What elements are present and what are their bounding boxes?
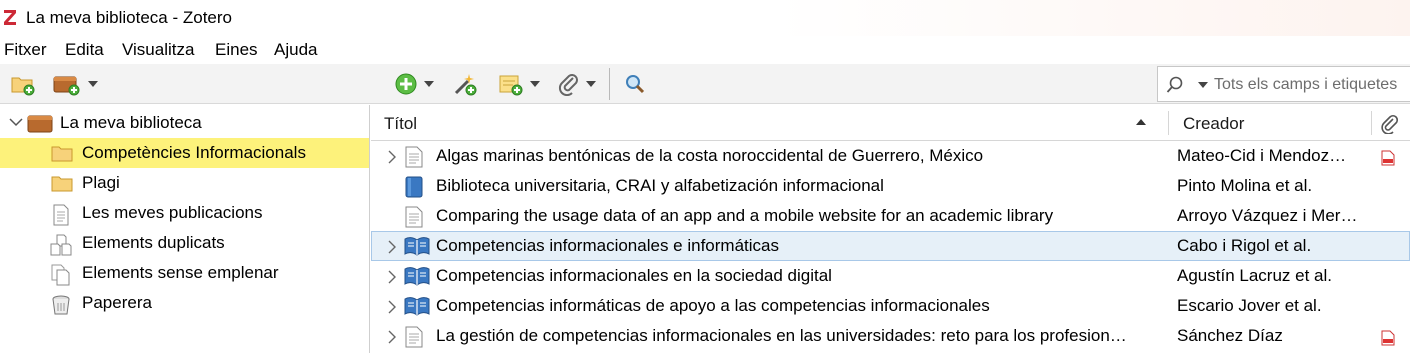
- item-title: Comparing the usage data of an app and a…: [436, 206, 1054, 225]
- search-icon: [1166, 76, 1183, 93]
- add-by-identifier-icon: [454, 74, 477, 96]
- collection-label: Elements sense emplenar: [82, 263, 279, 282]
- collection-competencies[interactable]: Competències Informacionals: [0, 138, 369, 168]
- advanced-search-icon: [626, 75, 645, 94]
- duplicate-items-icon: [50, 234, 72, 256]
- add-attachment-button[interactable]: [558, 70, 596, 98]
- search-box: [1157, 66, 1410, 102]
- new-library-icon: [53, 76, 80, 96]
- collections-pane: La meva biblioteca Competències Informac…: [0, 105, 370, 353]
- item-title: Competencias informacionales e informáti…: [436, 236, 779, 255]
- item-creator: Sánchez Díaz: [1177, 326, 1283, 345]
- chevron-down-icon: [530, 81, 540, 87]
- menu-tools[interactable]: Eines: [215, 40, 258, 60]
- collection-duplicates[interactable]: Elements duplicats: [0, 228, 369, 258]
- new-note-button[interactable]: [498, 70, 540, 98]
- chevron-down-icon[interactable]: [9, 117, 23, 127]
- window-title: La meva biblioteca - Zotero: [26, 8, 232, 27]
- collection-label: Plagi: [82, 173, 120, 192]
- journal-article-icon: [405, 146, 423, 168]
- zotero-z-icon: [4, 10, 16, 25]
- toolbar-separator: [609, 68, 610, 100]
- new-note-icon: [499, 75, 523, 96]
- folder-icon: [51, 176, 73, 192]
- collection-my-publications[interactable]: Les meves publicacions: [0, 198, 369, 228]
- items-pane: Títol Creador Algas marinas bentónicas d…: [371, 105, 1410, 353]
- title-bar: La meva biblioteca - Zotero: [0, 0, 1410, 36]
- item-title: Biblioteca universitaria, CRAI y alfabet…: [436, 176, 884, 195]
- chevron-right-icon[interactable]: [387, 330, 397, 344]
- search-mode-dropdown[interactable]: [1198, 82, 1208, 88]
- new-collection-icon: [11, 77, 35, 96]
- new-collection-button[interactable]: [10, 70, 36, 98]
- item-title: Competencias informáticas de apoyo a las…: [436, 296, 990, 315]
- new-library-button[interactable]: [52, 70, 98, 98]
- document-icon: [53, 204, 69, 226]
- table-row[interactable]: Comparing the usage data of an app and a…: [371, 201, 1410, 231]
- new-item-icon: [395, 73, 417, 95]
- table-row[interactable]: Competencias informacionales en la socie…: [371, 261, 1410, 291]
- paperclip-icon[interactable]: [1381, 114, 1399, 134]
- table-row[interactable]: Competencias informáticas de apoyo a las…: [371, 291, 1410, 321]
- sort-ascending-icon: [1136, 119, 1146, 125]
- search-input[interactable]: [1214, 73, 1410, 97]
- chevron-down-icon: [88, 81, 98, 87]
- book-section-icon: [404, 237, 430, 256]
- item-creator: Escario Jover et al.: [1177, 296, 1322, 315]
- items-table-header: Títol Creador: [371, 105, 1410, 141]
- journal-article-icon: [405, 206, 423, 228]
- column-header-title[interactable]: Títol: [384, 114, 417, 134]
- collection-label: Elements duplicats: [82, 233, 225, 252]
- toolbar: [0, 64, 1410, 104]
- trash-icon: [52, 295, 70, 315]
- new-item-button[interactable]: [394, 70, 434, 98]
- item-title: La gestión de competencias informacional…: [436, 326, 1127, 345]
- advanced-search-button[interactable]: [624, 70, 646, 98]
- book-section-icon: [404, 267, 430, 286]
- column-header-creator[interactable]: Creador: [1183, 114, 1244, 134]
- table-row[interactable]: La gestión de competencias informacional…: [371, 321, 1410, 351]
- paperclip-icon: [558, 74, 578, 96]
- table-row[interactable]: Competencias informacionales e informáti…: [371, 231, 1410, 261]
- menu-bar: Fitxer Edita Visualitza Eines Ajuda: [0, 36, 1410, 64]
- column-resizer[interactable]: [1168, 111, 1169, 135]
- column-resizer[interactable]: [1371, 111, 1372, 135]
- chevron-right-icon[interactable]: [387, 240, 397, 254]
- item-creator: Cabo i Rigol et al.: [1177, 236, 1312, 255]
- library-icon: [27, 115, 53, 133]
- chevron-right-icon[interactable]: [387, 150, 397, 164]
- chevron-down-icon: [424, 81, 434, 87]
- item-creator: Agustín Lacruz et al.: [1177, 266, 1332, 285]
- item-creator: Mateo-Cid i Mendoz…: [1177, 146, 1347, 165]
- menu-view[interactable]: Visualitza: [122, 40, 194, 60]
- collection-trash[interactable]: Paperera: [0, 288, 369, 318]
- collection-label: La meva biblioteca: [60, 113, 202, 132]
- item-title: Algas marinas bentónicas de la costa nor…: [436, 146, 984, 165]
- chevron-right-icon[interactable]: [387, 270, 397, 284]
- pdf-icon[interactable]: [1381, 330, 1395, 346]
- book-section-icon: [404, 297, 430, 316]
- collection-plagi[interactable]: Plagi: [0, 168, 369, 198]
- item-creator: Arroyo Vázquez i Mer…: [1177, 206, 1358, 225]
- table-row[interactable]: Algas marinas bentónicas de la costa nor…: [371, 141, 1410, 171]
- add-by-identifier-button[interactable]: [452, 70, 478, 98]
- item-title: Competencias informacionales en la socie…: [436, 266, 832, 285]
- pdf-icon[interactable]: [1381, 150, 1395, 166]
- collection-my-library[interactable]: La meva biblioteca: [0, 108, 369, 138]
- chevron-right-icon[interactable]: [387, 300, 397, 314]
- unfiled-items-icon: [51, 264, 70, 286]
- book-icon: [405, 176, 423, 198]
- journal-article-icon: [405, 326, 423, 348]
- table-row[interactable]: Biblioteca universitaria, CRAI y alfabet…: [371, 171, 1410, 201]
- menu-file[interactable]: Fitxer: [4, 40, 47, 60]
- chevron-down-icon: [586, 81, 596, 87]
- collection-label: Competències Informacionals: [82, 143, 306, 162]
- menu-edit[interactable]: Edita: [65, 40, 104, 60]
- folder-icon: [51, 146, 73, 162]
- collection-unfiled[interactable]: Elements sense emplenar: [0, 258, 369, 288]
- item-creator: Pinto Molina et al.: [1177, 176, 1313, 195]
- collection-label: Paperera: [82, 293, 152, 312]
- menu-help[interactable]: Ajuda: [274, 40, 317, 60]
- collection-label: Les meves publicacions: [82, 203, 263, 222]
